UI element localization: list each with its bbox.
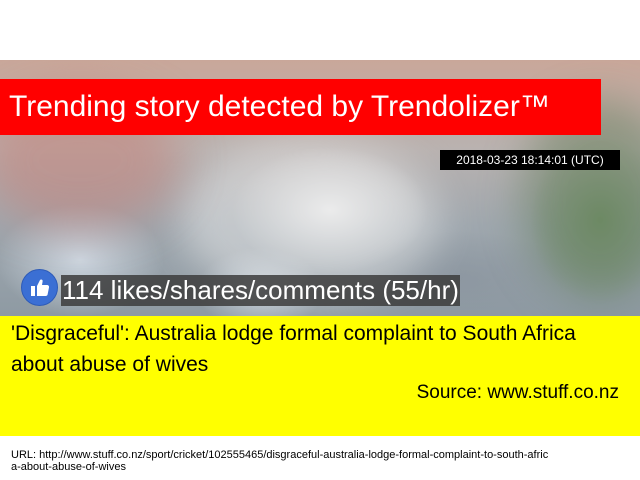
story-url[interactable]: URL: http://www.stuff.co.nz/sport/cricke… [11, 449, 551, 473]
thumbs-up-glyph [31, 279, 50, 296]
top-margin [0, 0, 640, 60]
thumbs-up-icon[interactable] [21, 269, 58, 306]
story-headline[interactable]: 'Disgraceful': Australia lodge formal co… [11, 318, 621, 380]
trending-banner: Trending story detected by Trendolizer™ [0, 79, 601, 135]
engagement-stats: 114 likes/shares/comments (55/hr) [61, 275, 460, 306]
timestamp-badge: 2018-03-23 18:14:01 (UTC) [440, 150, 620, 170]
story-source[interactable]: Source: www.stuff.co.nz [417, 381, 619, 405]
